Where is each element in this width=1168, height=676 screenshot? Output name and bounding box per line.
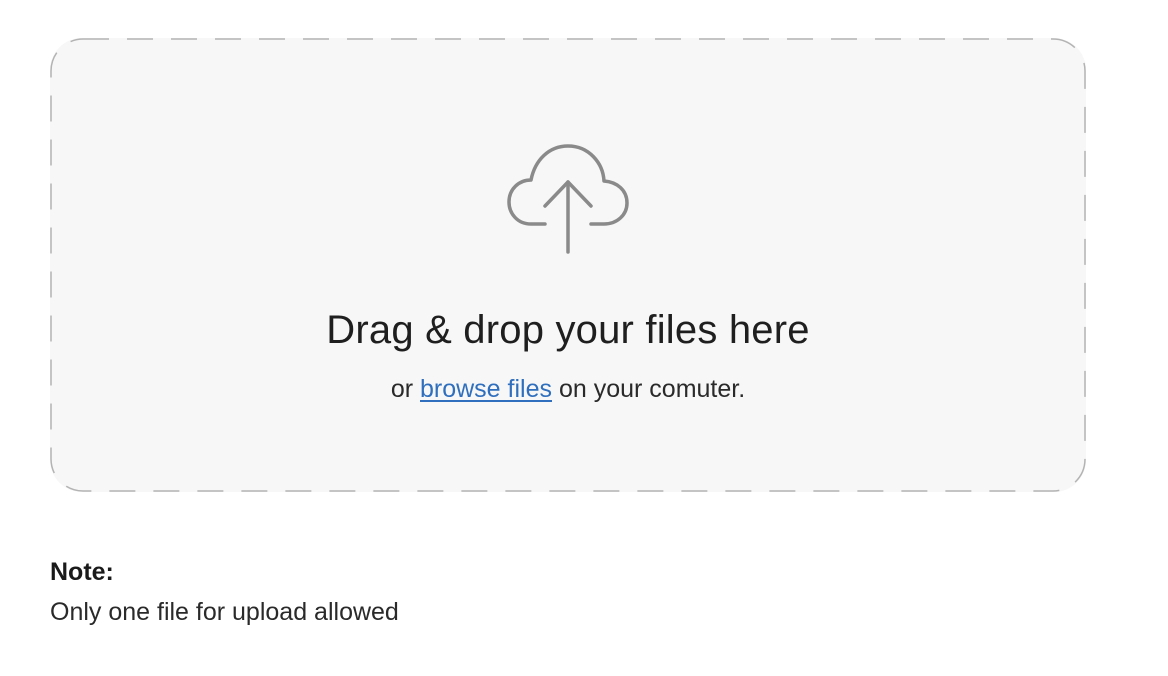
file-dropzone[interactable]: Drag & drop your files here or browse fi…: [50, 38, 1086, 492]
subtitle-prefix: or: [390, 375, 414, 403]
dropzone-title: Drag & drop your files here: [326, 308, 810, 352]
note-text: Only one file for upload allowed: [50, 598, 399, 626]
dropzone-dashed-border: [50, 38, 1086, 492]
browse-files-link[interactable]: browse files: [420, 375, 552, 403]
dropzone-subtitle: or browse files on your comuter.: [50, 372, 1086, 406]
cloud-upload-icon: [507, 144, 629, 254]
subtitle-suffix: on your comuter.: [558, 375, 746, 403]
note-label: Note:: [50, 558, 114, 586]
